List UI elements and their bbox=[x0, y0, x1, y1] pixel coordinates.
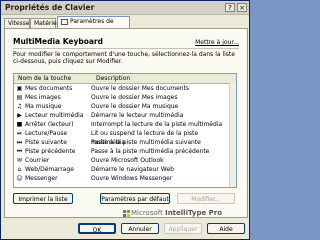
key-description: Passe à la piste multimédia précédente bbox=[91, 148, 210, 155]
key-name: Mes documents bbox=[25, 85, 73, 92]
key-settings-panel: MultiMedia Keyboard Mettre à jour... Pou… bbox=[4, 28, 248, 218]
key-description: Interrompt la lecture de la piste multim… bbox=[91, 121, 223, 128]
list-item[interactable]: ♫ Ma musique Ouvre le dossier Ma musique bbox=[14, 102, 230, 111]
keyboard-model-heading: MultiMedia Keyboard bbox=[13, 37, 103, 46]
default-settings-button[interactable]: Paramètres par défaut bbox=[100, 193, 170, 204]
list-item[interactable]: ⏯ Lecture/Pause Lit ou suspend la lecture … bbox=[14, 129, 230, 146]
tab-parametres-de-touche[interactable]: Paramètres de touche bbox=[57, 16, 130, 35]
next-track-icon: ⏭ bbox=[16, 139, 23, 146]
play-pause-icon: ⏯ bbox=[17, 130, 22, 137]
key-description: Ouvre le dossier Mes documents bbox=[91, 85, 190, 92]
column-header-description[interactable]: Description bbox=[96, 75, 130, 82]
messenger-icon: ☺ bbox=[16, 175, 23, 182]
key-description: Passe à la piste multimédia suivante bbox=[91, 139, 201, 146]
key-name: Arrêter (lecteur) bbox=[25, 121, 74, 128]
key-name: Ma musique bbox=[25, 103, 62, 110]
help-button[interactable]: Aide bbox=[207, 223, 245, 234]
close-button[interactable]: × bbox=[237, 3, 247, 12]
images-icon: ▤ bbox=[16, 94, 23, 101]
key-description: Ouvre Microsoft Outlook bbox=[91, 157, 164, 164]
list-item[interactable]: ✉ Courrier Ouvre Microsoft Outlook bbox=[14, 156, 230, 165]
list-item[interactable]: ▤ Mes images Ouvre le dossier Mes images bbox=[14, 93, 230, 102]
ok-button[interactable]: OK bbox=[78, 223, 116, 234]
music-icon: ♫ bbox=[16, 103, 23, 110]
key-description: Ouvre le dossier Ma musique bbox=[91, 103, 179, 110]
key-list[interactable]: Nom de la touche Description ▣ Mes docume… bbox=[13, 73, 237, 188]
key-name: Piste précédente bbox=[25, 148, 76, 155]
window-title: Propriétés de Clavier bbox=[5, 3, 95, 12]
key-name: Lecture/Pause bbox=[25, 130, 68, 137]
divider bbox=[13, 48, 239, 49]
brand-prefix: Microsoft bbox=[131, 209, 163, 217]
key-name: Piste suivante bbox=[25, 139, 67, 146]
folder-icon: ▣ bbox=[16, 85, 23, 92]
list-item[interactable]: ▣ Mes documents Ouvre le dossier Mes docum… bbox=[14, 84, 230, 93]
key-description: Démarre le lecteur multimédia bbox=[91, 112, 184, 119]
instructions-text: Pour modifier le comportement d'une touc… bbox=[13, 51, 235, 65]
key-name: Web/Démarrage bbox=[25, 166, 74, 173]
key-name: Lecteur multimédia bbox=[25, 112, 84, 119]
tab-vitesse[interactable]: Vitesse bbox=[4, 18, 30, 28]
brand-product: IntelliType Pro bbox=[165, 209, 223, 217]
list-item[interactable]: ⏮ Piste précédente Passe à la piste multim… bbox=[14, 147, 230, 156]
media-player-icon: ▶ bbox=[17, 112, 22, 119]
tab-materiel[interactable]: Matériel bbox=[30, 18, 58, 28]
key-name: Mes images bbox=[25, 94, 61, 101]
list-item[interactable]: ▶ Lecteur multimédia Démarre le lecteur mu… bbox=[14, 111, 230, 120]
web-home-icon: ⌂ bbox=[17, 166, 22, 173]
key-description: Démarre le navigateur Web bbox=[91, 166, 174, 173]
stop-icon: ■ bbox=[16, 121, 23, 128]
intellitype-brand: Microsoft IntelliType Pro bbox=[131, 209, 222, 217]
keyboard-icon bbox=[61, 18, 68, 25]
apply-button[interactable]: Appliquer bbox=[164, 223, 202, 234]
column-header-name[interactable]: Nom de la touche bbox=[18, 75, 71, 82]
microsoft-logo-icon bbox=[123, 210, 130, 217]
list-item[interactable]: ☺ Messenger Ouvre Windows Messenger bbox=[14, 174, 230, 183]
list-scrollbar[interactable] bbox=[229, 83, 236, 187]
list-header: Nom de la touche Description bbox=[14, 74, 236, 84]
keyboard-properties-window: Propriétés de Clavier ? × Vitesse Matéri… bbox=[0, 0, 250, 240]
update-link[interactable]: Mettre à jour... bbox=[195, 39, 239, 46]
modify-button[interactable]: Modifier... bbox=[177, 193, 235, 204]
list-item[interactable]: ⌂ Web/Démarrage Démarre le navigateur Web bbox=[14, 165, 230, 174]
previous-track-icon: ⏮ bbox=[16, 148, 23, 155]
print-list-button[interactable]: Imprimer la liste bbox=[13, 193, 73, 204]
list-item[interactable]: ■ Arrêter (lecteur) Interrompt la lecture … bbox=[14, 120, 230, 129]
cancel-button[interactable]: Annuler bbox=[121, 223, 159, 234]
help-title-button[interactable]: ? bbox=[225, 3, 235, 12]
title-bar[interactable]: Propriétés de Clavier ? × bbox=[1, 1, 249, 15]
key-name: Messenger bbox=[25, 175, 58, 182]
list-item[interactable]: ⏭ Piste suivante Passe à la piste multiméd… bbox=[14, 138, 230, 147]
key-description: Ouvre le dossier Mes images bbox=[91, 94, 178, 101]
mail-icon: ✉ bbox=[16, 157, 23, 164]
key-name: Courrier bbox=[25, 157, 50, 164]
key-description: Ouvre Windows Messenger bbox=[91, 175, 173, 182]
